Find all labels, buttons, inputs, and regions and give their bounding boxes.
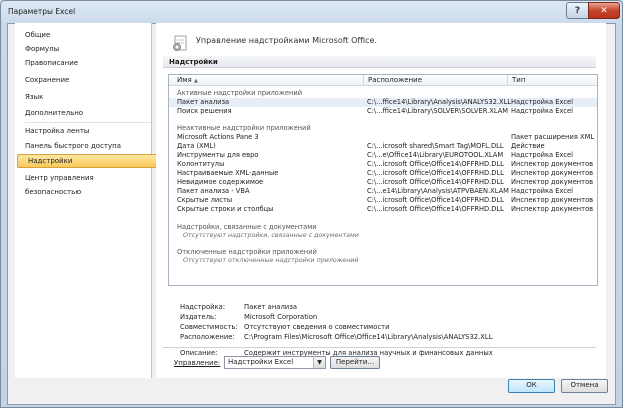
table-row[interactable]: Скрытые строки и столбцы C:\...icrosoft … xyxy=(169,205,597,214)
nav-item-advanced[interactable]: Дополнительно xyxy=(15,106,151,120)
group-active: Активные надстройки приложений xyxy=(177,89,303,97)
nav-item-language[interactable]: Язык xyxy=(15,90,151,104)
column-header-name[interactable]: Имя ▲ xyxy=(169,75,363,86)
table-row[interactable]: Настраиваемые XML-данные C:\...icrosoft … xyxy=(169,169,597,178)
nav-separator xyxy=(25,122,151,123)
cancel-button[interactable]: Отмена xyxy=(561,379,608,393)
column-header-location[interactable]: Расположение xyxy=(363,75,507,86)
table-row[interactable]: Поиск решения C:\...ffice14\Library\SOLV… xyxy=(169,107,597,116)
title-bar: Параметры Excel ? ✕ xyxy=(1,1,622,23)
ok-button[interactable]: ОК xyxy=(508,379,555,393)
section-header-addins: Надстройки xyxy=(163,56,596,68)
detail-label-compatibility: Совместимость: xyxy=(180,323,238,331)
table-row[interactable]: Пакет анализа - VBA C:\...e14\Library\An… xyxy=(169,187,597,196)
page-title: Управление надстройками Microsoft Office… xyxy=(196,36,377,45)
table-row[interactable]: Скрытые листы C:\...icrosoft Office\Offi… xyxy=(169,196,597,205)
addins-pane: Управление надстройками Microsoft Office… xyxy=(156,23,606,378)
manage-label: Управление: xyxy=(174,359,221,367)
nav-item-trust-center[interactable]: Центр управления безопасностью xyxy=(15,171,151,196)
detail-value-addin: Пакет анализа xyxy=(244,303,297,311)
detail-label-description: Описание: xyxy=(180,349,218,357)
table-row[interactable]: Дата (XML) C:\...icrosoft shared\Smart T… xyxy=(169,142,597,151)
nav-item-customize-ribbon[interactable]: Настройка ленты xyxy=(15,124,151,138)
options-nav: Общие Формулы Правописание Сохранение Яз… xyxy=(15,23,165,378)
table-row[interactable]: Microsoft Actions Pane 3 Пакет расширени… xyxy=(169,133,597,142)
nav-item-proofing[interactable]: Правописание xyxy=(15,56,151,70)
detail-value-compatibility: Отсутствуют сведения о совместимости xyxy=(244,323,390,331)
sort-ascending-icon: ▲ xyxy=(193,78,198,84)
detail-label-publisher: Издатель: xyxy=(180,313,217,321)
nav-item-addins[interactable]: Надстройки xyxy=(17,154,165,168)
table-row[interactable]: Невидимое содержимое C:\...icrosoft Offi… xyxy=(169,178,597,187)
nav-item-quick-access-toolbar[interactable]: Панель быстрого доступа xyxy=(15,139,151,153)
nav-item-save[interactable]: Сохранение xyxy=(15,73,151,87)
divider xyxy=(163,347,596,348)
chevron-down-icon[interactable]: ▼ xyxy=(313,357,325,368)
group-documents: Надстройки, связанные с документами xyxy=(177,223,317,231)
table-row[interactable]: Пакет анализа C:\...ffice14\Library\Anal… xyxy=(169,98,597,107)
detail-value-publisher: Microsoft Corporation xyxy=(244,313,318,321)
manage-selected-value: Надстройки Excel xyxy=(228,358,294,366)
detail-value-location: C:\Program Files\Microsoft Office\Office… xyxy=(244,333,493,341)
documents-empty-note: Отсутствуют надстройки, связанные с доку… xyxy=(183,232,359,239)
group-disabled: Отключенные надстройки приложений xyxy=(177,248,317,256)
detail-label-location: Расположение: xyxy=(180,333,235,341)
go-button[interactable]: Перейти... xyxy=(330,356,380,369)
column-header-type[interactable]: Тип xyxy=(507,75,597,86)
close-button[interactable]: ✕ xyxy=(588,2,620,19)
addins-list: Имя ▲ Расположение Тип Активные надстрой… xyxy=(168,74,598,286)
window-title: Параметры Excel xyxy=(8,7,76,16)
nav-item-formulas[interactable]: Формулы xyxy=(15,42,151,56)
disabled-empty-note: Отсутствуют отключенные надстройки прило… xyxy=(183,257,359,264)
help-icon: ? xyxy=(574,5,581,16)
manage-select[interactable]: Надстройки Excel ▼ xyxy=(224,356,326,369)
help-button[interactable]: ? xyxy=(566,2,589,19)
nav-item-general[interactable]: Общие xyxy=(15,28,151,42)
close-icon: ✕ xyxy=(600,5,608,16)
table-row[interactable]: Инструменты для евро C:\...e\Office14\Li… xyxy=(169,151,597,160)
table-row[interactable]: Колонтитулы C:\...icrosoft Office\Office… xyxy=(169,160,597,169)
addins-gear-icon xyxy=(173,35,187,51)
detail-label-addin: Надстройка: xyxy=(180,303,226,311)
group-inactive: Неактивные надстройки приложений xyxy=(177,124,311,132)
